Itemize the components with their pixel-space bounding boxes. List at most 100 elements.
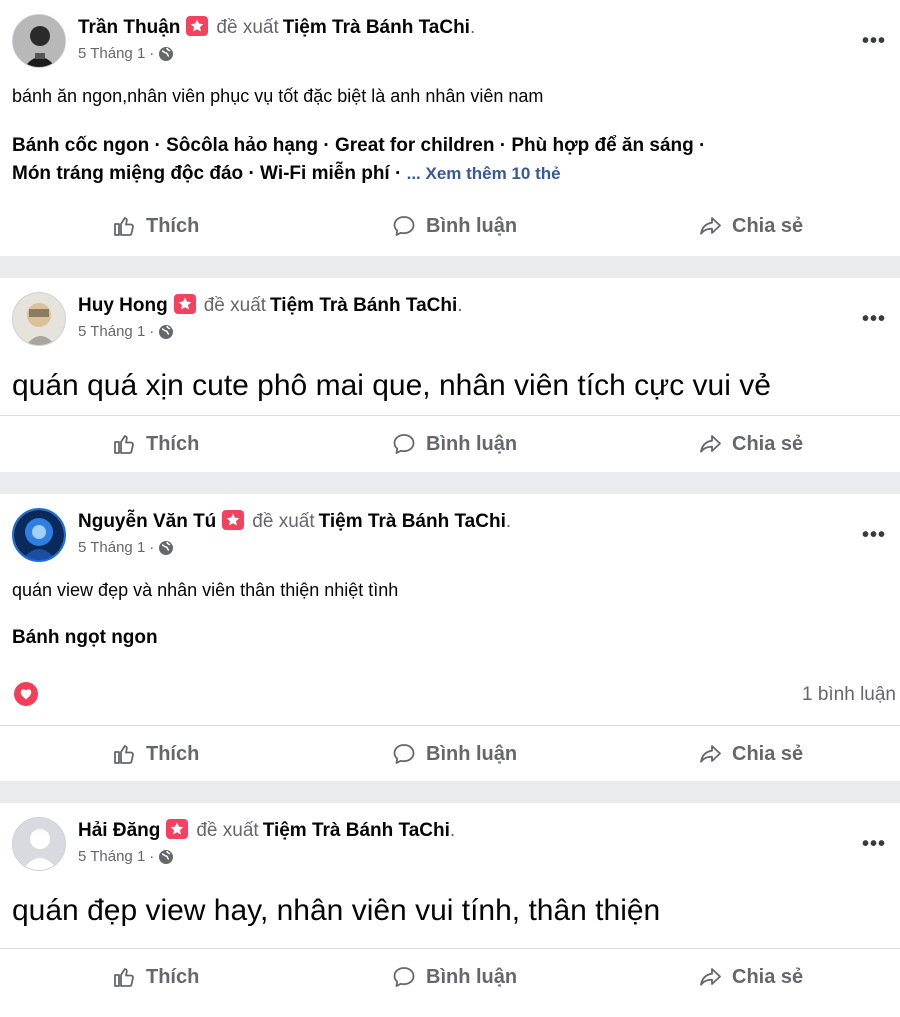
avatar[interactable] — [12, 508, 66, 562]
comment-button[interactable]: Bình luận — [392, 949, 517, 1005]
globe-icon — [158, 324, 174, 340]
post-date[interactable]: 5 Tháng 1 — [78, 323, 145, 340]
recommends-label: đề xuất — [216, 17, 279, 38]
share-icon — [700, 435, 721, 453]
thumbs-up-icon — [114, 435, 134, 454]
post-meta: 5 Tháng 1 · — [78, 323, 174, 340]
comment-count-link[interactable]: 1 bình luận — [802, 684, 896, 706]
comment-icon — [393, 434, 415, 454]
review-text: quán view đẹp và nhân viên thân thiện nh… — [12, 580, 399, 600]
share-button[interactable]: Chia sẻ — [698, 198, 803, 254]
name-line: Huy Hong đề xuất Tiệm Trà Bánh TaChi. — [78, 294, 463, 316]
post-date[interactable]: 5 Tháng 1 — [78, 848, 145, 865]
like-button[interactable]: Thích — [112, 416, 199, 472]
share-button[interactable]: Chia sẻ — [698, 726, 803, 782]
recommend-star-icon — [166, 819, 189, 839]
more-options-icon[interactable]: ••• — [862, 833, 886, 856]
recommends-label: đề xuất — [203, 295, 267, 316]
post-separator — [0, 256, 900, 278]
comment-icon — [393, 744, 415, 764]
comment-button[interactable]: Bình luận — [392, 416, 517, 472]
comment-button[interactable]: Bình luận — [392, 726, 517, 782]
globe-icon — [158, 540, 174, 556]
like-label: Thích — [146, 965, 200, 988]
share-icon — [700, 217, 721, 235]
post-header: Nguyễn Văn Tú đề xuất Tiệm Trà Bánh TaChi.… — [0, 494, 900, 564]
tags-line: Món tráng miệng độc đáo · Wi-Fi miễn phí… — [12, 160, 888, 188]
globe-icon — [158, 46, 174, 62]
tags-text: Món tráng miệng độc đáo · Wi-Fi miễn phí… — [12, 163, 407, 184]
tags-line: Bánh ngọt ngon — [12, 627, 158, 648]
post-separator — [0, 472, 900, 494]
like-button[interactable]: Thích — [112, 198, 199, 254]
review-text: quán quá xịn cute phô mai que, nhân viên… — [12, 369, 771, 402]
tags-line: Bánh cốc ngon · Sôcôla hảo hạng · Great … — [12, 135, 706, 156]
comment-label: Bình luận — [426, 214, 518, 237]
like-label: Thích — [146, 742, 200, 765]
page-name-link[interactable]: Tiệm Trà Bánh TaChi — [283, 17, 470, 38]
author-name[interactable]: Nguyễn Văn Tú — [78, 511, 216, 532]
comment-button[interactable]: Bình luận — [392, 198, 517, 254]
action-bar: Thích Bình luận Chia sẻ — [0, 948, 900, 1005]
recommends-label: đề xuất — [252, 511, 315, 532]
share-icon — [700, 745, 721, 763]
comment-label: Bình luận — [426, 432, 518, 455]
name-line: Nguyễn Văn Tú đề xuất Tiệm Trà Bánh TaChi. — [78, 510, 512, 532]
post-meta: 5 Tháng 1 · — [78, 45, 174, 62]
share-button[interactable]: Chia sẻ — [698, 416, 803, 472]
review-tags: Bánh cốc ngon · Sôcôla hảo hạng · Great … — [0, 108, 900, 188]
comment-icon — [393, 216, 415, 236]
post-meta: 5 Tháng 1 · — [78, 539, 174, 556]
love-reaction-icon[interactable] — [14, 682, 38, 706]
share-icon — [700, 968, 721, 986]
thumbs-up-icon — [114, 968, 134, 987]
share-label: Chia sẻ — [732, 742, 804, 765]
more-options-icon[interactable]: ••• — [862, 524, 886, 547]
thumbs-up-icon — [114, 217, 134, 236]
recommends-label: đề xuất — [196, 820, 259, 841]
page-name-link[interactable]: Tiệm Trà Bánh TaChi — [270, 295, 457, 316]
page-name-link[interactable]: Tiệm Trà Bánh TaChi — [319, 511, 506, 532]
like-button[interactable]: Thích — [112, 726, 199, 782]
post-date[interactable]: 5 Tháng 1 — [78, 45, 145, 62]
reactions-row: 1 bình luận — [0, 666, 900, 724]
action-bar: Thích Bình luận Chia sẻ — [0, 198, 900, 254]
name-line: Trần Thuận đề xuất Tiệm Trà Bánh TaChi. — [78, 16, 476, 38]
action-bar: Thích Bình luận Chia sẻ — [0, 415, 900, 472]
review-text: quán đẹp view hay, nhân viên vui tính, t… — [12, 894, 661, 927]
post-meta: 5 Tháng 1 · — [78, 848, 174, 865]
post-separator — [0, 781, 900, 803]
action-bar: Thích Bình luận Chia sẻ — [0, 725, 900, 782]
review-tags: Bánh ngọt ngon — [0, 602, 900, 652]
recommend-star-icon — [173, 294, 196, 314]
share-label: Chia sẻ — [732, 214, 804, 237]
avatar[interactable] — [12, 14, 66, 68]
review-post: Huy Hong đề xuất Tiệm Trà Bánh TaChi. 5 Th… — [0, 278, 900, 472]
post-header: Hải Đăng đề xuất Tiệm Trà Bánh TaChi. 5 Th… — [0, 803, 900, 873]
post-date[interactable]: 5 Tháng 1 — [78, 539, 145, 556]
thumbs-up-icon — [114, 745, 134, 764]
share-label: Chia sẻ — [732, 432, 804, 455]
recommend-star-icon — [186, 16, 209, 36]
share-label: Chia sẻ — [732, 965, 804, 988]
author-name[interactable]: Trần Thuận — [78, 17, 180, 38]
comment-icon — [393, 967, 415, 987]
avatar[interactable] — [12, 292, 66, 346]
post-header: Huy Hong đề xuất Tiệm Trà Bánh TaChi. 5 Th… — [0, 278, 900, 348]
like-label: Thích — [146, 432, 200, 455]
more-options-icon[interactable]: ••• — [862, 30, 886, 53]
author-name[interactable]: Huy Hong — [78, 295, 168, 316]
page-name-link[interactable]: Tiệm Trà Bánh TaChi — [263, 820, 450, 841]
share-button[interactable]: Chia sẻ — [698, 949, 803, 1005]
comment-label: Bình luận — [426, 965, 518, 988]
see-more-tags-link[interactable]: ... Xem thêm 10 thẻ — [407, 164, 561, 183]
avatar[interactable] — [12, 817, 66, 871]
more-options-icon[interactable]: ••• — [862, 308, 886, 331]
comment-label: Bình luận — [426, 742, 518, 765]
recommend-star-icon — [222, 510, 245, 530]
review-post: Nguyễn Văn Tú đề xuất Tiệm Trà Bánh TaChi.… — [0, 494, 900, 781]
globe-icon — [158, 849, 174, 865]
author-name[interactable]: Hải Đăng — [78, 820, 160, 841]
like-button[interactable]: Thích — [112, 949, 199, 1005]
review-post: Trần Thuận đề xuất Tiệm Trà Bánh TaChi. 5 … — [0, 0, 900, 256]
